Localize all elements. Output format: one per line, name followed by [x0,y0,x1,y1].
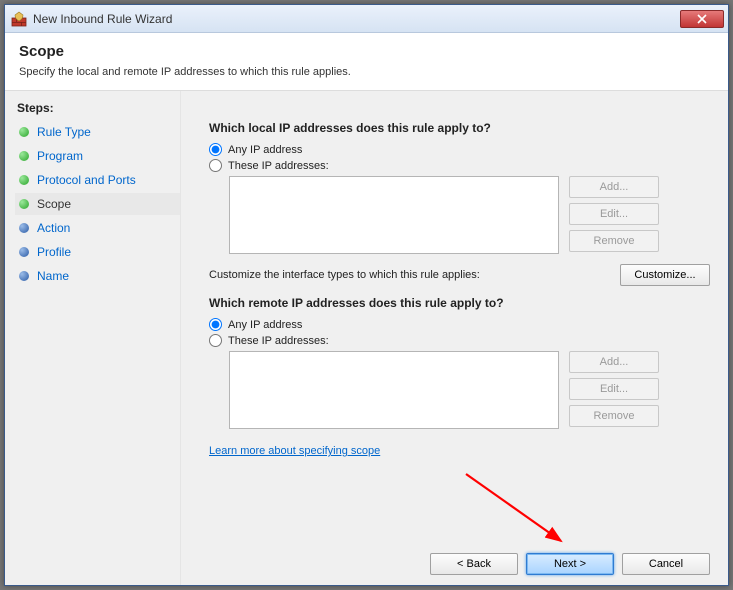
step-bullet-icon [19,151,29,161]
step-label: Rule Type [37,125,91,139]
step-bullet-icon [19,223,29,233]
learn-more-link[interactable]: Learn more about specifying scope [209,445,380,457]
remote-ip-listbox[interactable] [229,351,559,429]
step-label: Name [37,269,69,283]
page-title: Scope [19,43,714,60]
step-label: Scope [37,197,71,211]
remote-any-label: Any IP address [228,319,302,331]
content-panel: Which local IP addresses does this rule … [181,91,728,585]
remote-these-radio[interactable] [209,334,222,347]
steps-label: Steps: [15,99,180,121]
step-action[interactable]: Action [15,217,180,239]
titlebar: New Inbound Rule Wizard [5,5,728,33]
step-bullet-icon [19,199,29,209]
annotation-arrow-icon [461,469,581,559]
close-icon [697,14,707,24]
customize-button[interactable]: Customize... [620,264,710,286]
remote-these-label: These IP addresses: [228,335,329,347]
step-bullet-icon [19,247,29,257]
local-question: Which local IP addresses does this rule … [209,121,710,135]
back-button[interactable]: < Back [430,553,518,575]
local-add-button[interactable]: Add... [569,176,659,198]
customize-text: Customize the interface types to which t… [209,269,620,281]
step-label: Program [37,149,83,163]
wizard-footer: < Back Next > Cancel [430,553,710,575]
close-button[interactable] [680,10,724,28]
step-label: Protocol and Ports [37,173,136,187]
step-scope[interactable]: Scope [15,193,180,215]
step-bullet-icon [19,127,29,137]
local-ip-listbox[interactable] [229,176,559,254]
step-label: Profile [37,245,71,259]
step-rule-type[interactable]: Rule Type [15,121,180,143]
step-label: Action [37,221,70,235]
remote-any-radio[interactable] [209,318,222,331]
step-name[interactable]: Name [15,265,180,287]
remote-question: Which remote IP addresses does this rule… [209,296,710,310]
step-program[interactable]: Program [15,145,180,167]
local-any-radio[interactable] [209,143,222,156]
remote-edit-button[interactable]: Edit... [569,378,659,400]
remote-add-button[interactable]: Add... [569,351,659,373]
step-profile[interactable]: Profile [15,241,180,263]
step-bullet-icon [19,271,29,281]
local-these-radio[interactable] [209,159,222,172]
steps-sidebar: Steps: Rule Type Program Protocol and Po… [5,91,181,585]
cancel-button[interactable]: Cancel [622,553,710,575]
local-edit-button[interactable]: Edit... [569,203,659,225]
step-bullet-icon [19,175,29,185]
step-protocol-ports[interactable]: Protocol and Ports [15,169,180,191]
remote-remove-button[interactable]: Remove [569,405,659,427]
local-remove-button[interactable]: Remove [569,230,659,252]
local-these-label: These IP addresses: [228,160,329,172]
local-any-label: Any IP address [228,144,302,156]
wizard-window: New Inbound Rule Wizard Scope Specify th… [4,4,729,586]
header-panel: Scope Specify the local and remote IP ad… [5,33,728,91]
firewall-icon [11,11,27,27]
next-button[interactable]: Next > [526,553,614,575]
page-subtitle: Specify the local and remote IP addresse… [19,66,714,78]
window-title: New Inbound Rule Wizard [33,12,680,26]
